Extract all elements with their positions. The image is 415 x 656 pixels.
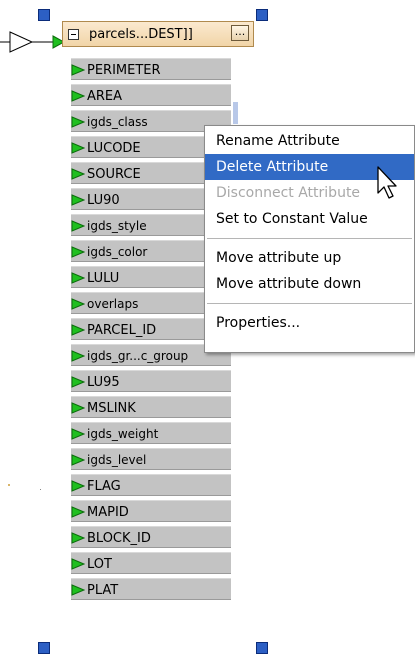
green-arrow-icon[interactable] bbox=[71, 350, 85, 362]
attribute-selection-marker bbox=[233, 102, 238, 124]
green-arrow-icon[interactable] bbox=[71, 428, 85, 440]
green-arrow-icon[interactable] bbox=[71, 480, 85, 492]
attribute-label: MAPID bbox=[87, 504, 129, 520]
selection-handle-bottom-left[interactable] bbox=[38, 642, 50, 654]
green-arrow-icon[interactable] bbox=[71, 324, 85, 336]
attribute-row[interactable]: LOT bbox=[71, 551, 231, 577]
green-arrow-icon[interactable] bbox=[71, 558, 85, 570]
attribute-label: LOT bbox=[87, 556, 112, 572]
mouse-pointer-icon bbox=[377, 166, 397, 199]
attribute-label: PLAT bbox=[87, 582, 119, 598]
attribute-label: AREA bbox=[87, 88, 123, 104]
workspace-canvas[interactable]: parcels...DEST]] ... PERIMETER AREA igds… bbox=[0, 0, 415, 656]
menu-item-move-down[interactable]: Move attribute down bbox=[205, 271, 414, 297]
attribute-label: MSLINK bbox=[87, 400, 136, 416]
properties-button[interactable]: ... bbox=[231, 25, 249, 41]
input-port-icon[interactable] bbox=[0, 30, 70, 54]
attribute-row[interactable]: igds_level bbox=[71, 447, 231, 473]
selection-handle-bottom-right[interactable] bbox=[256, 642, 268, 654]
speck bbox=[8, 484, 10, 486]
green-arrow-icon[interactable] bbox=[71, 506, 85, 518]
attribute-row[interactable]: PLAT bbox=[71, 577, 231, 603]
transformer-header[interactable]: parcels...DEST]] ... bbox=[62, 21, 254, 47]
green-arrow-icon[interactable] bbox=[71, 246, 85, 258]
green-arrow-icon[interactable] bbox=[71, 272, 85, 284]
green-arrow-icon[interactable] bbox=[71, 298, 85, 310]
transformer-title: parcels...DEST]] bbox=[89, 26, 193, 42]
attribute-row[interactable]: igds_weight bbox=[71, 421, 231, 447]
green-arrow-icon[interactable] bbox=[71, 90, 85, 102]
green-arrow-icon[interactable] bbox=[71, 454, 85, 466]
attribute-label: igds_color bbox=[87, 245, 148, 259]
attribute-label: igds_weight bbox=[87, 427, 159, 441]
attribute-row[interactable]: MSLINK bbox=[71, 395, 231, 421]
green-arrow-icon[interactable] bbox=[71, 194, 85, 206]
green-arrow-icon[interactable] bbox=[71, 168, 85, 180]
green-arrow-icon[interactable] bbox=[71, 220, 85, 232]
green-arrow-icon[interactable] bbox=[71, 142, 85, 154]
green-arrow-icon[interactable] bbox=[71, 402, 85, 414]
attribute-row[interactable]: PERIMETER bbox=[71, 57, 231, 83]
attribute-label: FLAG bbox=[87, 478, 121, 494]
selection-handle-top-left[interactable] bbox=[38, 9, 50, 21]
attribute-label: igds_level bbox=[87, 453, 147, 467]
green-arrow-icon[interactable] bbox=[71, 64, 85, 76]
menu-separator bbox=[207, 303, 412, 304]
attribute-row[interactable]: MAPID bbox=[71, 499, 231, 525]
green-arrow-icon[interactable] bbox=[71, 116, 85, 128]
green-arrow-icon[interactable] bbox=[71, 584, 85, 596]
attribute-label: LU95 bbox=[87, 374, 120, 390]
attribute-label: overlaps bbox=[87, 297, 139, 311]
green-arrow-icon[interactable] bbox=[71, 376, 85, 388]
attribute-row[interactable]: BLOCK_ID bbox=[71, 525, 231, 551]
menu-item-move-up[interactable]: Move attribute up bbox=[205, 245, 414, 271]
attribute-row[interactable]: AREA bbox=[71, 83, 231, 109]
collapse-icon[interactable] bbox=[68, 28, 79, 40]
menu-item-set-constant-value[interactable]: Set to Constant Value bbox=[205, 206, 414, 232]
attribute-label: igds_style bbox=[87, 219, 147, 233]
attribute-label: LUCODE bbox=[87, 140, 141, 156]
attribute-label: PERIMETER bbox=[87, 62, 161, 78]
menu-item-properties[interactable]: Properties... bbox=[205, 310, 414, 336]
attribute-label: SOURCE bbox=[87, 166, 141, 182]
selection-handle-top-right[interactable] bbox=[256, 9, 268, 21]
menu-separator bbox=[207, 238, 412, 239]
attribute-label: igds_class bbox=[87, 115, 148, 129]
menu-item-rename-attribute[interactable]: Rename Attribute bbox=[205, 128, 414, 154]
attribute-label: LULU bbox=[87, 270, 120, 286]
attribute-row[interactable]: LU95 bbox=[71, 369, 231, 395]
attribute-label: igds_gr...c_group bbox=[87, 349, 189, 363]
green-arrow-icon[interactable] bbox=[71, 532, 85, 544]
context-menu: Rename Attribute Delete Attribute Discon… bbox=[204, 125, 415, 353]
attribute-row[interactable]: FLAG bbox=[71, 473, 231, 499]
attribute-label: BLOCK_ID bbox=[87, 530, 151, 546]
attribute-label: PARCEL_ID bbox=[87, 322, 157, 338]
attribute-label: LU90 bbox=[87, 192, 120, 208]
speck bbox=[40, 489, 41, 490]
